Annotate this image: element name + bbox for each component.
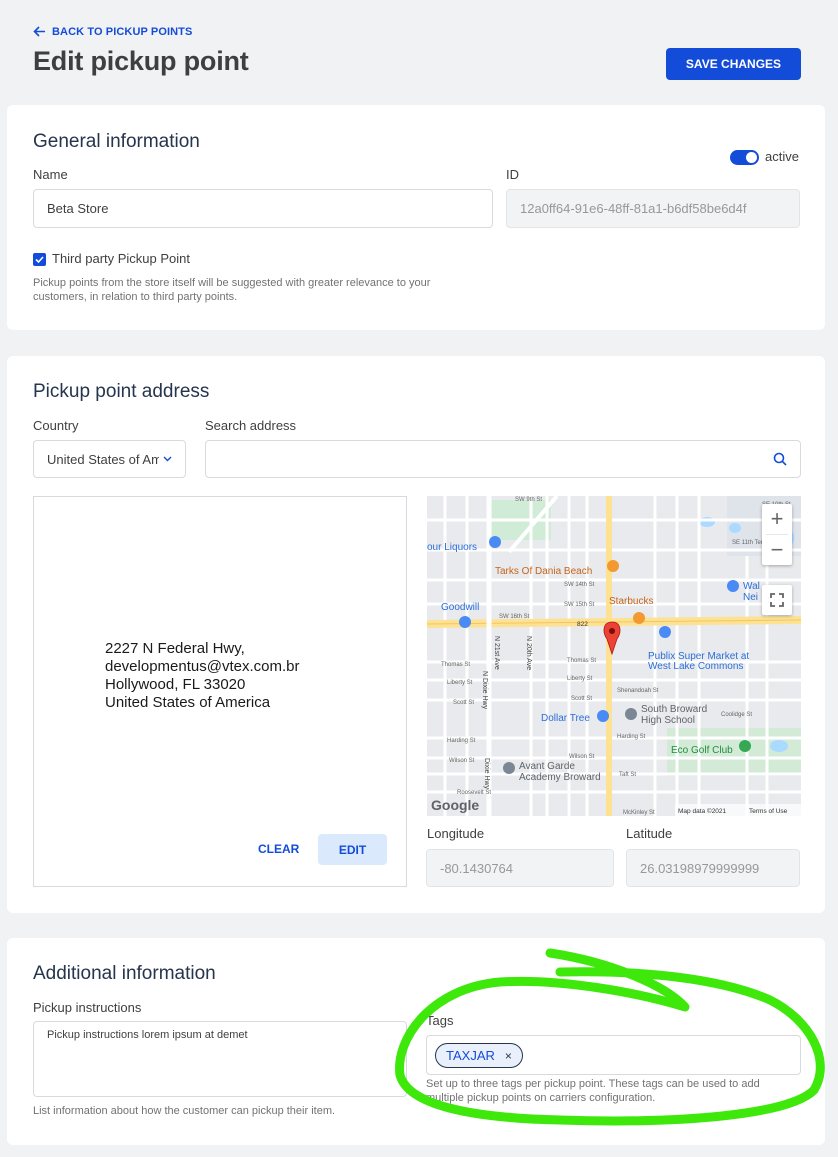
back-to-pickup-points-link[interactable]: BACK TO PICKUP POINTS <box>33 25 192 38</box>
tag-chip-label: TAXJAR <box>446 1048 495 1063</box>
poi-label: West Lake Commons <box>648 661 743 672</box>
street-label: Harding St <box>617 734 646 740</box>
country-label: Country <box>33 418 79 433</box>
latitude-label: Latitude <box>626 826 673 841</box>
street-label: McKinley St <box>623 810 655 816</box>
tags-label: Tags <box>426 1013 454 1028</box>
save-changes-button[interactable]: SAVE CHANGES <box>666 48 801 80</box>
active-toggle[interactable] <box>730 150 759 165</box>
poi-label: High School <box>641 715 695 726</box>
id-input: 12a0ff64-91e6-48ff-81a1-b6df58be6d4f <box>506 189 800 228</box>
address-line: Hollywood, FL 33020 <box>105 676 246 693</box>
remove-tag-icon[interactable]: × <box>505 1049 512 1063</box>
tag-chip: TAXJAR × <box>435 1043 523 1068</box>
edit-address-button[interactable]: EDIT <box>318 834 387 865</box>
pickup-instructions-help: List information about how the customer … <box>33 1105 336 1117</box>
third-party-label: Third party Pickup Point <box>52 251 191 266</box>
street-label: Harding St <box>447 738 476 744</box>
street-label: Roosevelt St <box>457 790 491 796</box>
poi-label: Wal <box>743 581 760 592</box>
third-party-help-line-2: customers, in relation to third party po… <box>33 291 238 303</box>
water-area <box>770 740 788 752</box>
longitude-label: Longitude <box>427 826 485 841</box>
poi-label: South Broward <box>641 704 707 715</box>
search-address-input[interactable] <box>205 440 801 478</box>
clear-address-button[interactable]: CLEAR <box>258 842 299 856</box>
street-label: Coolidge St <box>721 712 752 718</box>
general-information-title: General information <box>33 131 200 152</box>
chevron-down-icon <box>163 456 172 462</box>
street-label: SW 9th St <box>515 497 542 503</box>
poi-label: Dollar Tree <box>541 713 590 724</box>
poi-label: Tarks Of Dania Beach <box>495 566 592 577</box>
street-label: N 21st Ave <box>493 636 500 670</box>
active-toggle-label: active <box>765 149 799 164</box>
fullscreen-icon <box>770 593 784 607</box>
street-label: Dixie Hwy <box>483 758 490 790</box>
street-label: N Dixie Hwy <box>481 671 488 710</box>
tags-input[interactable]: TAXJAR × <box>426 1035 801 1075</box>
pickup-instructions-textarea[interactable]: Pickup instructions lorem ipsum at demet <box>33 1021 407 1097</box>
address-summary-text: 2227 N Federal Hwy, developmentus@vtex.c… <box>105 640 299 712</box>
water-area <box>729 523 741 533</box>
page-title: Edit pickup point <box>33 46 249 76</box>
poi-label: Starbucks <box>609 596 653 607</box>
map-view[interactable]: SW 9th St SE 10th St SE 11th Terrace SW … <box>427 496 801 816</box>
poi-label: Avant Garde <box>519 761 575 772</box>
poi-label: Goodwill <box>441 602 479 613</box>
poi-label: Academy Broward <box>519 772 601 783</box>
street-label: Wilson St <box>569 754 595 760</box>
address-line: United States of America <box>105 694 271 711</box>
map-canvas: SW 9th St SE 10th St SE 11th Terrace SW … <box>427 496 801 816</box>
street-label: Thomas St <box>441 662 470 668</box>
country-value: United States of Am <box>47 451 159 467</box>
poi-label: Eco Golf Club <box>671 745 733 756</box>
zoom-in-button[interactable]: + <box>762 504 792 534</box>
id-label: ID <box>506 167 519 182</box>
check-icon <box>35 256 44 264</box>
third-party-checkbox[interactable] <box>33 253 46 266</box>
google-logo: Google <box>431 797 479 813</box>
name-input[interactable]: Beta Store <box>33 189 493 228</box>
tags-help-line-2: multiple pickup points on carriers confi… <box>426 1092 656 1104</box>
poi-label: our Liquors <box>427 542 477 553</box>
pickup-instructions-label: Pickup instructions <box>33 1000 142 1015</box>
street-label: SW 14th St <box>564 582 595 588</box>
pickup-address-title: Pickup point address <box>33 381 210 402</box>
third-party-help-line-1: Pickup points from the store itself will… <box>33 277 431 289</box>
zoom-controls: + − <box>762 504 792 565</box>
street-label: SW 15th St <box>564 602 595 608</box>
address-line: developmentus@vtex.com.br <box>105 658 300 675</box>
street-label: N 20th Ave <box>525 636 532 670</box>
third-party-help: Pickup points from the store itself will… <box>33 276 430 304</box>
additional-information-title: Additional information <box>33 963 216 984</box>
latitude-input: 26.03198979999999 <box>626 849 800 887</box>
fullscreen-button[interactable] <box>762 585 792 615</box>
search-address-label: Search address <box>205 418 297 433</box>
name-label: Name <box>33 167 68 182</box>
longitude-input: -80.1430764 <box>426 849 614 887</box>
street-label: Scott St <box>453 700 474 706</box>
street-label: Scott St <box>571 696 592 702</box>
street-label: Liberty St <box>567 676 593 682</box>
street-label: Wilson St <box>449 758 475 764</box>
street-label: SW 16th St <box>499 614 530 620</box>
street-label: Liberty St <box>447 680 473 686</box>
street-label: Taft St <box>619 772 636 778</box>
street-label: Shenandoah St <box>617 688 659 694</box>
street-label: Thomas St <box>567 658 596 664</box>
tags-help-line-1: Set up to three tags per pickup point. T… <box>426 1078 760 1090</box>
map-data-label: Map data ©2021 <box>678 807 727 815</box>
terms-of-use-link[interactable]: Terms of Use <box>749 808 788 815</box>
zoom-out-button[interactable]: − <box>762 535 792 565</box>
address-summary-box: 2227 N Federal Hwy, developmentus@vtex.c… <box>33 496 407 887</box>
back-link-label: BACK TO PICKUP POINTS <box>52 25 193 38</box>
search-icon[interactable] <box>773 452 787 466</box>
poi-label: Nei <box>743 592 758 603</box>
tags-help: Set up to three tags per pickup point. T… <box>426 1077 760 1105</box>
route-label: 822 <box>577 621 588 628</box>
country-select[interactable]: United States of Am <box>33 440 186 478</box>
address-line: 2227 N Federal Hwy, <box>105 640 245 657</box>
arrow-left-icon <box>33 26 45 37</box>
